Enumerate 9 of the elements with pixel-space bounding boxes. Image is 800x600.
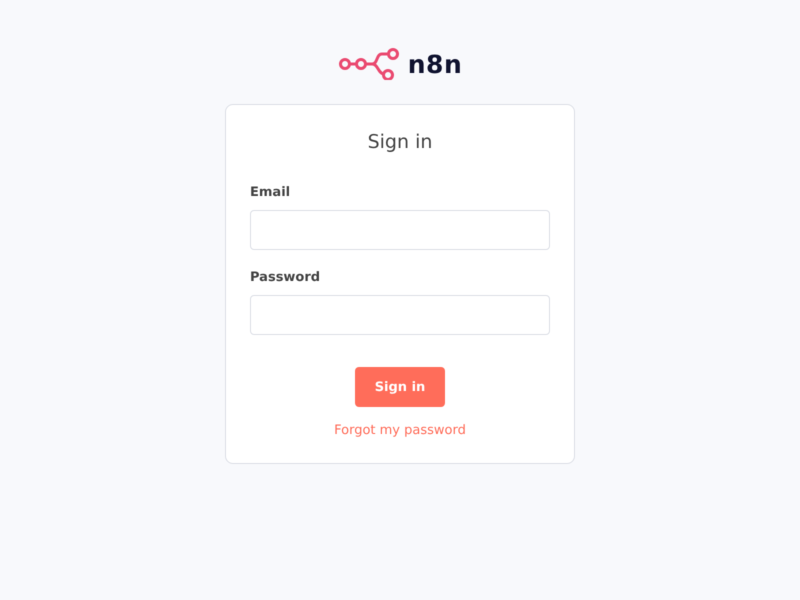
- input-field[interactable]: [250, 295, 550, 335]
- input-field[interactable]: [250, 210, 550, 250]
- card-title: Sign in: [366, 130, 434, 155]
- field-label: Password: [250, 270, 322, 286]
- forgot-password-link[interactable]: Forgot my password: [334, 423, 466, 438]
- sign-in-button[interactable]: Sign in: [354, 367, 446, 407]
- logo-text: n8n: [408, 50, 462, 78]
- logo-icon: [338, 48, 400, 80]
- field-label: Email: [250, 185, 292, 201]
